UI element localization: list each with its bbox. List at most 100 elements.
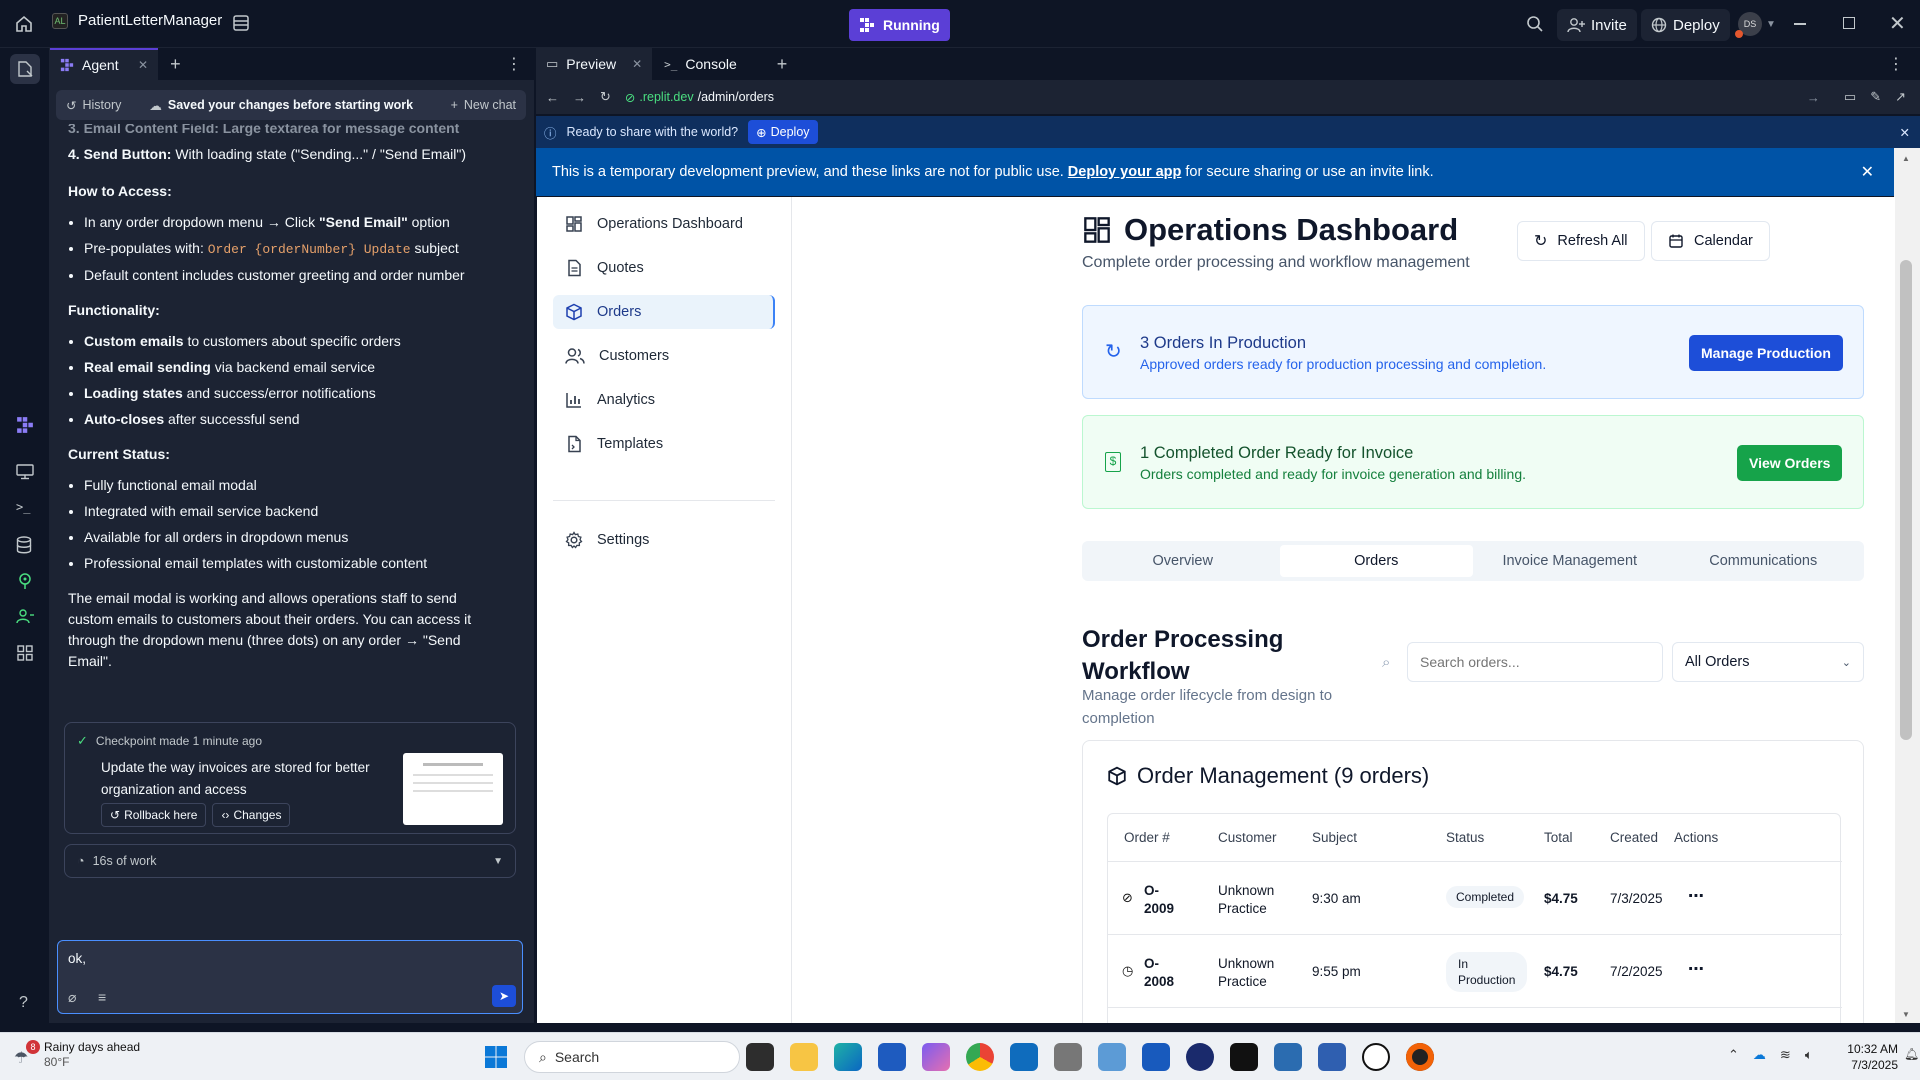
column-header-status[interactable]: Status xyxy=(1446,830,1484,845)
chat-input[interactable]: ok, xyxy=(68,951,86,966)
refresh-all-button[interactable]: ↻ Refresh All xyxy=(1517,221,1645,261)
microphone-app-icon[interactable] xyxy=(1054,1043,1082,1071)
minimize-icon[interactable] xyxy=(1794,23,1806,25)
weather-widget[interactable]: ☂ 8 Rainy days ahead 80°F xyxy=(14,1040,140,1070)
share-deploy-button[interactable]: ⊕ Deploy xyxy=(748,120,818,144)
chrome-icon[interactable] xyxy=(966,1043,994,1071)
changes-button[interactable]: ‹› Changes xyxy=(212,803,291,827)
onedrive-cloud-icon[interactable]: ☁ xyxy=(1753,1047,1766,1063)
row-actions-menu-icon[interactable]: ⋯ xyxy=(1688,886,1704,906)
file-explorer-icon[interactable] xyxy=(790,1043,818,1071)
microsoft-store-icon[interactable] xyxy=(878,1043,906,1071)
project-title[interactable]: AL PatientLetterManager xyxy=(52,12,222,29)
sidebar-item-analytics[interactable]: Analytics xyxy=(553,383,775,417)
history-button[interactable]: ↺ History xyxy=(56,98,121,113)
home-icon[interactable] xyxy=(14,14,34,34)
devtools-icon[interactable]: ✎ xyxy=(1870,89,1881,105)
volume-icon[interactable]: 🔈︎ xyxy=(1805,1047,1813,1063)
column-header-total[interactable]: Total xyxy=(1544,830,1573,845)
word-icon[interactable] xyxy=(1142,1043,1170,1071)
tab-console[interactable]: >_ Console xyxy=(652,48,749,80)
scrollbar-thumb[interactable] xyxy=(1900,260,1912,740)
sidebar-item-settings[interactable]: Settings xyxy=(553,523,775,557)
invite-button[interactable]: Invite xyxy=(1557,9,1637,41)
replit-agent-icon[interactable] xyxy=(16,416,34,434)
tab-orders[interactable]: Orders xyxy=(1279,545,1473,577)
remote-desktop-icon[interactable] xyxy=(1098,1043,1126,1071)
sidebar-item-templates[interactable]: Templates xyxy=(553,427,775,461)
order-filter-select[interactable]: All Orders ⌄ xyxy=(1672,642,1864,682)
calendar-button[interactable]: Calendar xyxy=(1651,221,1770,261)
page-scrollbar[interactable]: ▲ ▼ xyxy=(1894,148,1920,1023)
workspace-layout-icon[interactable] xyxy=(232,14,250,32)
search-orders-field[interactable] xyxy=(1408,643,1648,681)
tab-preview[interactable]: ▭ Preview ✕ xyxy=(536,48,653,80)
order-number[interactable]: O- 2009 xyxy=(1144,882,1174,918)
running-button[interactable]: Running xyxy=(849,9,950,41)
column-header-customer[interactable]: Customer xyxy=(1218,830,1277,845)
search-icon[interactable] xyxy=(1526,15,1544,33)
open-new-window-icon[interactable]: ↗ xyxy=(1895,89,1906,105)
sidebar-item-orders[interactable]: Orders xyxy=(553,295,775,329)
notification-bell-icon[interactable]: 🔔︎ xyxy=(1904,1047,1919,1061)
rollback-button[interactable]: ↺ Rollback here xyxy=(101,803,207,827)
terminal-icon[interactable] xyxy=(1230,1043,1258,1071)
replit-app-icon[interactable] xyxy=(1406,1043,1434,1071)
back-arrow-icon[interactable]: ← xyxy=(546,90,559,105)
notepad-icon[interactable] xyxy=(1274,1043,1302,1071)
outlook-icon[interactable] xyxy=(1010,1043,1038,1071)
close-icon[interactable]: ✕ xyxy=(1900,125,1910,140)
devices-icon[interactable]: ▭ xyxy=(1844,89,1856,105)
manage-production-button[interactable]: Manage Production xyxy=(1689,335,1843,371)
deploy-app-link[interactable]: Deploy your app xyxy=(1068,164,1182,180)
close-tab-icon[interactable]: ✕ xyxy=(632,57,642,71)
wifi-icon[interactable]: ≋ xyxy=(1780,1047,1791,1063)
checkpoint-thumbnail[interactable] xyxy=(403,753,503,825)
forward-arrow-icon[interactable]: → xyxy=(573,90,586,105)
files-icon[interactable] xyxy=(10,54,40,84)
send-button[interactable]: ➤ xyxy=(492,985,516,1007)
new-chat-button[interactable]: + New chat xyxy=(451,98,516,112)
close-banner-icon[interactable]: ✕ xyxy=(1861,162,1874,182)
reload-icon[interactable]: ↻ xyxy=(600,89,611,105)
search-orders-input[interactable] xyxy=(1407,642,1663,682)
tab-communications[interactable]: Communications xyxy=(1667,553,1861,569)
show-hidden-icons-icon[interactable]: ⌃ xyxy=(1728,1047,1739,1063)
user-menu[interactable]: DS ▼ xyxy=(1735,12,1776,38)
column-header-order[interactable]: Order # xyxy=(1124,830,1170,845)
tab-overview[interactable]: Overview xyxy=(1086,553,1280,569)
chat-input-box[interactable]: ok, ⌀ ≡ ➤ xyxy=(57,940,523,1014)
close-window-icon[interactable]: ✕ xyxy=(1889,11,1906,36)
url-field[interactable]: ⊘ .replit.dev/admin/orders xyxy=(625,90,774,105)
column-header-created[interactable]: Created xyxy=(1610,830,1658,845)
order-number[interactable]: O- 2008 xyxy=(1144,955,1174,991)
work-duration-toggle[interactable]: ◔ 16s of work ▼ xyxy=(64,844,516,878)
clock[interactable]: 10:32 AM 7/3/2025 xyxy=(1832,1041,1898,1073)
column-header-subject[interactable]: Subject xyxy=(1312,830,1357,845)
new-tab-plus-icon[interactable]: + xyxy=(170,54,181,75)
deploy-button[interactable]: Deploy xyxy=(1641,9,1730,41)
go-arrow-icon[interactable]: → xyxy=(1807,90,1820,105)
help-icon[interactable]: ? xyxy=(19,994,28,1012)
more-options-icon[interactable]: ⋮ xyxy=(506,54,522,74)
taskbar-search[interactable]: ⌕ Search xyxy=(524,1041,740,1073)
table-row[interactable]: ⊘ O- 2009 Unknown Practice 9:30 am Complet… xyxy=(1108,862,1842,935)
sidebar-item-operations-dashboard[interactable]: Operations Dashboard xyxy=(553,207,775,241)
deployments-icon[interactable] xyxy=(16,572,34,590)
slack-alt-icon[interactable] xyxy=(1186,1043,1214,1071)
view-orders-button[interactable]: View Orders xyxy=(1737,445,1843,481)
new-tab-plus-icon[interactable]: + xyxy=(777,54,788,75)
tab-agent[interactable]: Agent ✕ xyxy=(50,48,159,80)
edge-browser-icon[interactable] xyxy=(834,1043,862,1071)
sidebar-item-quotes[interactable]: Quotes xyxy=(553,251,775,285)
tab-invoice-management[interactable]: Invoice Management xyxy=(1473,553,1667,569)
row-actions-menu-icon[interactable]: ⋯ xyxy=(1688,959,1704,979)
console-icon[interactable]: >_ xyxy=(16,500,30,514)
preview-monitor-icon[interactable] xyxy=(16,464,34,480)
task-view-icon[interactable] xyxy=(746,1043,774,1071)
copilot-icon[interactable] xyxy=(922,1043,950,1071)
settings-sliders-icon[interactable]: ≡ xyxy=(98,989,106,1005)
all-tools-icon[interactable] xyxy=(16,644,34,662)
table-row[interactable]: ◷ O- 2008 Unknown Practice 9:55 pm In Produ… xyxy=(1108,935,1842,1008)
windows-start-icon[interactable] xyxy=(484,1045,508,1069)
